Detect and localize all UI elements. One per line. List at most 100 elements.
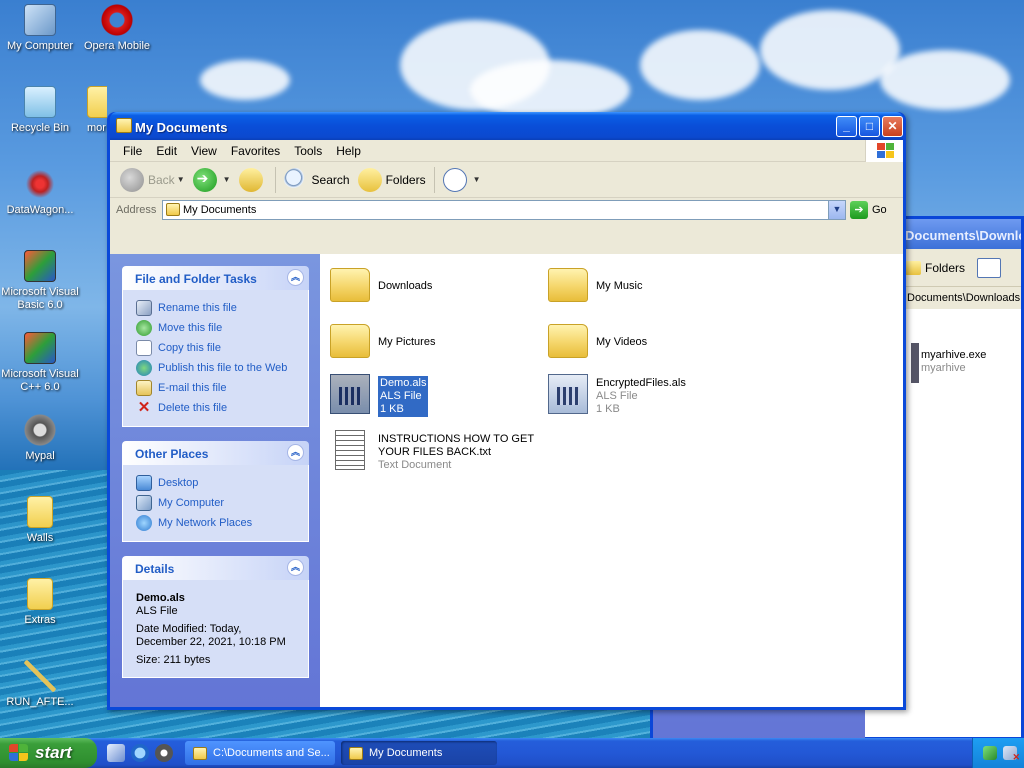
show-desktop-icon[interactable] xyxy=(107,744,125,762)
rename-file-link[interactable]: Rename this file xyxy=(136,298,308,318)
details-date-modified: Date Modified: Today, xyxy=(136,623,242,635)
file-list: Downloads My Music My Pictures My Videos xyxy=(320,254,903,707)
details-size: Size: 211 bytes xyxy=(136,654,211,666)
menu-favorites[interactable]: Favorites xyxy=(224,144,287,158)
move-icon xyxy=(136,320,152,336)
opera-icon xyxy=(101,4,133,36)
folder-icon xyxy=(349,746,363,760)
delete-file-link[interactable]: ✕ Delete this file xyxy=(136,398,308,418)
minimize-button[interactable]: _ xyxy=(836,116,857,137)
desktop-icon-datawagon[interactable]: DataWagon... xyxy=(0,168,80,217)
desktop-icon-walls[interactable]: Walls xyxy=(0,496,80,545)
folders-button[interactable]: Folders xyxy=(354,165,430,195)
tray-app-icon[interactable] xyxy=(983,746,997,760)
my-computer-icon xyxy=(24,4,56,36)
address-label: Address xyxy=(116,204,157,216)
my-computer-link[interactable]: My Computer xyxy=(136,493,308,513)
move-file-link[interactable]: Move this file xyxy=(136,318,308,338)
folder-icon xyxy=(27,496,53,528)
desktop-icon xyxy=(136,475,152,491)
desktop-icon-extras[interactable]: Extras xyxy=(0,578,80,627)
panel-header[interactable]: Other Places ︽ xyxy=(122,441,309,465)
search-button[interactable]: Search xyxy=(280,165,354,195)
quick-launch xyxy=(107,744,179,762)
network-disconnected-icon[interactable] xyxy=(1003,746,1020,763)
menu-file[interactable]: File xyxy=(116,144,149,158)
taskbar-item-documents-and-settings[interactable]: C:\Documents and Se... xyxy=(185,741,335,765)
menu-tools[interactable]: Tools xyxy=(287,144,329,158)
mypal-icon xyxy=(24,414,56,446)
menu-edit[interactable]: Edit xyxy=(149,144,184,158)
close-button[interactable]: ✕ xyxy=(882,116,903,137)
desktop-icon-run-after[interactable]: RUN_AFTE... xyxy=(0,660,80,709)
folder-my-videos[interactable]: My Videos xyxy=(548,322,647,358)
desktop-icon-visual-cpp[interactable]: Microsoft Visual C++ 6.0 xyxy=(0,332,80,394)
start-button[interactable]: start xyxy=(0,738,97,768)
collapse-icon[interactable]: ︽ xyxy=(287,559,304,576)
media-player-icon[interactable] xyxy=(155,744,173,762)
chevron-down-icon[interactable]: ▼ xyxy=(223,175,231,184)
desktop-icon-my-computer[interactable]: My Computer xyxy=(0,4,80,53)
folder-icon xyxy=(87,86,107,118)
desktop-link[interactable]: Desktop xyxy=(136,473,308,493)
email-file-link[interactable]: E-mail this file xyxy=(136,378,308,398)
panel-header[interactable]: Details ︽ xyxy=(122,556,309,580)
chevron-down-icon[interactable]: ▼ xyxy=(177,175,185,184)
search-icon xyxy=(283,167,308,192)
file-encrypted-als[interactable]: EncryptedFiles.als ALS File 1 KB xyxy=(548,374,686,416)
file-instructions-txt[interactable]: INSTRUCTIONS HOW TO GET YOUR FILES BACK.… xyxy=(330,430,534,472)
details-file-name: Demo.als xyxy=(136,592,185,604)
folders-icon xyxy=(357,167,382,192)
folder-up-icon xyxy=(238,167,263,192)
als-file-icon xyxy=(330,374,370,414)
my-documents-window[interactable]: My Documents _ □ ✕ File Edit View Favori… xyxy=(107,112,906,710)
folder-my-pictures[interactable]: My Pictures xyxy=(330,322,435,358)
collapse-icon[interactable]: ︽ xyxy=(287,269,304,286)
folder-icon xyxy=(330,324,370,358)
windows-flag-icon xyxy=(8,743,30,763)
my-network-places-link[interactable]: My Network Places xyxy=(136,513,308,533)
background-file-name[interactable]: myarhive.exe xyxy=(921,349,986,361)
maximize-button[interactable]: □ xyxy=(859,116,880,137)
desktop-icon-visual-basic[interactable]: Microsoft Visual Basic 6.0 xyxy=(0,250,80,312)
address-input[interactable]: My Documents ▼ xyxy=(162,200,846,220)
chevron-down-icon: ▼ xyxy=(472,175,481,184)
desktop-icon-opera[interactable]: Opera Mobile xyxy=(77,4,157,53)
views-button[interactable]: ▼ xyxy=(439,165,485,195)
forward-button[interactable]: ▼ xyxy=(189,165,235,195)
windows-logo-icon xyxy=(865,140,903,162)
folder-icon xyxy=(548,268,588,302)
title-bar[interactable]: My Documents _ □ ✕ xyxy=(110,112,903,140)
folder-downloads[interactable]: Downloads xyxy=(330,266,432,302)
other-places-panel: Other Places ︽ Desktop My Computer My Ne… xyxy=(122,441,309,542)
selected-file-label: Demo.als ALS File 1 KB xyxy=(378,376,429,417)
desktop-icon-mor[interactable]: mor xyxy=(77,86,107,135)
chevron-down-icon[interactable]: ▼ xyxy=(828,201,845,219)
file-demo-als[interactable]: Demo.als ALS File 1 KB xyxy=(330,374,429,417)
address-bar: Address My Documents ▼ ➔ Go xyxy=(110,198,903,222)
views-icon[interactable] xyxy=(977,258,1001,278)
folder-my-music[interactable]: My Music xyxy=(548,266,642,302)
exe-file-icon xyxy=(911,343,919,383)
details-panel: Details ︽ Demo.als ALS File Date Modifie… xyxy=(122,556,309,678)
go-button[interactable]: ➔ Go xyxy=(850,201,887,219)
menu-help[interactable]: Help xyxy=(329,144,368,158)
desktop-icon-mypal[interactable]: Mypal xyxy=(0,414,80,463)
copy-file-link[interactable]: Copy this file xyxy=(136,338,308,358)
background-folders-button[interactable]: Folders xyxy=(925,261,965,275)
publish-web-link[interactable]: Publish this file to the Web xyxy=(136,358,308,378)
internet-explorer-icon[interactable] xyxy=(131,744,149,762)
forward-arrow-icon xyxy=(192,167,217,192)
collapse-icon[interactable]: ︽ xyxy=(287,444,304,461)
menu-view[interactable]: View xyxy=(184,144,224,158)
toolbar: Back ▼ ▼ Search Folders ▼ xyxy=(110,162,903,198)
taskbar-item-my-documents[interactable]: My Documents xyxy=(341,741,497,765)
up-button[interactable] xyxy=(235,165,271,195)
back-button[interactable]: Back ▼ xyxy=(116,165,189,195)
panel-header[interactable]: File and Folder Tasks ︽ xyxy=(122,266,309,290)
delete-icon: ✕ xyxy=(137,399,151,416)
system-tray xyxy=(972,738,1024,768)
globe-icon xyxy=(136,360,152,376)
desktop-icon-recycle-bin[interactable]: Recycle Bin xyxy=(0,86,80,135)
datawagon-icon xyxy=(24,168,56,200)
